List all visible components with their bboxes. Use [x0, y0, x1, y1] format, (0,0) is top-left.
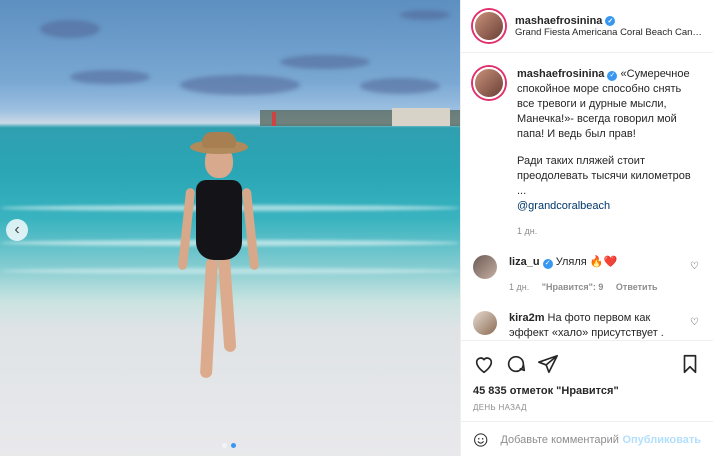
carousel-dots [222, 443, 236, 448]
avatar[interactable] [473, 67, 505, 99]
comment-icon[interactable] [505, 353, 527, 375]
cloud [40, 20, 100, 38]
emoji-icon[interactable] [473, 429, 488, 451]
comment-item: liza_u ✓ Уляля 🔥❤️ 1 дн. "Нравится": 9 О… [473, 255, 701, 295]
comments-list[interactable]: mashaefrosinina ✓ «Сумеречное спокойное … [461, 53, 713, 339]
bookmark-icon[interactable] [679, 353, 701, 375]
verified-icon: ✓ [542, 258, 553, 269]
cloud [180, 75, 300, 95]
post-date[interactable]: ДЕНЬ НАЗАД [473, 403, 701, 412]
post-photo[interactable]: ‹ [0, 0, 460, 456]
comment-text: Уляля 🔥❤️ [555, 256, 618, 268]
cloud [360, 78, 440, 94]
chevron-left-icon[interactable]: ‹ [6, 219, 28, 241]
hotel-building [392, 108, 450, 126]
mention-link[interactable]: @grandcoralbeach [517, 199, 693, 214]
heart-icon[interactable] [473, 353, 495, 375]
header-username[interactable]: mashaefrosinina [515, 15, 602, 27]
post-viewer: ‹ mashaefrosinina ✓ Grand Fiesta America… [0, 0, 713, 456]
location-link[interactable]: Grand Fiesta Americana Coral Beach Cancú… [515, 27, 701, 38]
caption-username[interactable]: mashaefrosinina [517, 68, 604, 80]
heart-icon[interactable]: ♡ [690, 261, 699, 272]
comment-username[interactable]: liza_u [509, 256, 540, 268]
heart-icon[interactable]: ♡ [690, 317, 699, 328]
lighthouse [272, 112, 276, 126]
person-figure [177, 132, 260, 382]
carousel-dot [222, 443, 227, 448]
caption: mashaefrosinina ✓ «Сумеречное спокойное … [473, 67, 701, 239]
cloud [70, 70, 150, 84]
avatar[interactable] [473, 255, 497, 279]
caption-text-2: Ради таких пляжей стоит преодолевать тыс… [517, 155, 691, 197]
likes-count[interactable]: 45 835 отметок "Нравится" [473, 385, 701, 397]
action-bar: 45 835 отметок "Нравится" ДЕНЬ НАЗАД [461, 340, 713, 412]
cloud [400, 10, 450, 20]
verified-icon: ✓ [607, 70, 618, 81]
comment-likes[interactable]: "Нравится": 9 [542, 282, 604, 292]
comment-username[interactable]: kira2m [509, 312, 544, 324]
post-sidebar: mashaefrosinina ✓ Grand Fiesta Americana… [460, 0, 713, 456]
share-icon[interactable] [537, 353, 559, 375]
carousel-dot-active [231, 443, 236, 448]
post-button[interactable]: Опубликовать [622, 434, 701, 446]
reply-button[interactable]: Ответить [616, 282, 658, 292]
add-comment-bar: Опубликовать [461, 421, 713, 457]
cloud [280, 55, 370, 69]
avatar[interactable] [473, 10, 505, 42]
comment-time: 1 дн. [509, 282, 530, 292]
avatar[interactable] [473, 311, 497, 335]
post-header: mashaefrosinina ✓ Grand Fiesta Americana… [461, 0, 713, 53]
comment-input[interactable] [498, 432, 623, 447]
comment-item: kira2m На фото первом как эффект «хало» … [473, 311, 701, 339]
verified-icon: ✓ [605, 15, 616, 26]
caption-time: 1 дн. [517, 226, 538, 236]
